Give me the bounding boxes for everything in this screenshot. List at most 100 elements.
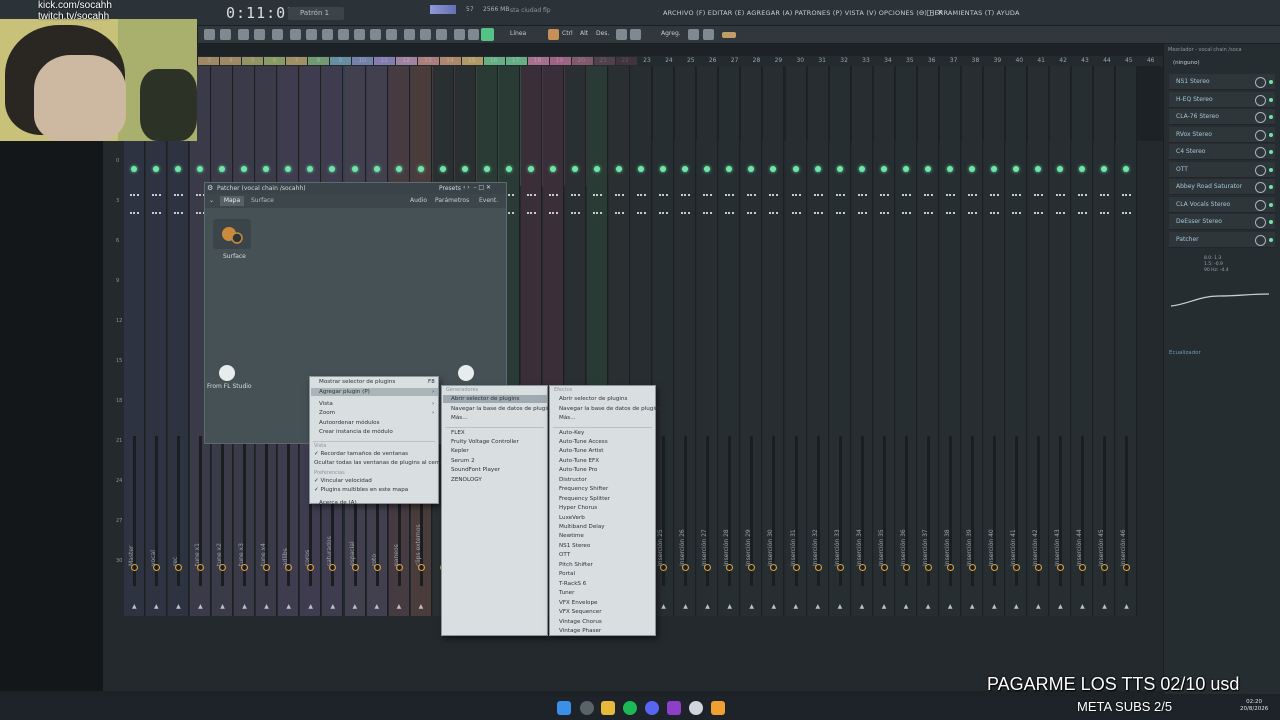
route-knob[interactable] xyxy=(968,564,976,571)
route-knob[interactable] xyxy=(902,564,910,571)
menu-item[interactable]: Mostrar selector de plugins xyxy=(319,379,395,385)
route-knob[interactable] xyxy=(1013,564,1020,571)
send-arrow-icon[interactable]: ▲ xyxy=(1102,603,1107,610)
mixer-insert[interactable]: Inserción 34 ▲ xyxy=(851,66,873,616)
pan-knob[interactable] xyxy=(526,194,536,214)
pan-knob[interactable] xyxy=(615,194,625,214)
active-tool-icon[interactable] xyxy=(481,28,494,41)
insert-enable-led[interactable] xyxy=(1101,166,1108,172)
mixer-insert[interactable]: Inserción 31 ▲ xyxy=(785,66,807,616)
pan-knob[interactable] xyxy=(989,194,999,214)
insert-enable-led[interactable] xyxy=(880,166,887,172)
mixer-insert[interactable]: Inserción 27 ▲ xyxy=(697,66,719,616)
insert-enable-led[interactable] xyxy=(307,166,314,172)
send-arrow-icon[interactable]: ▲ xyxy=(132,603,137,610)
tool-icon[interactable] xyxy=(338,29,349,40)
insert-enable-led[interactable] xyxy=(924,166,931,172)
send-arrow-icon[interactable]: ▲ xyxy=(308,603,313,610)
pan-knob[interactable] xyxy=(130,194,139,214)
route-knob[interactable] xyxy=(836,564,844,571)
insert-enable-led[interactable] xyxy=(175,166,182,172)
plugin-menu-item[interactable]: Hyper Chorus xyxy=(559,505,597,511)
tab-map[interactable]: Mapa xyxy=(220,196,244,206)
route-knob[interactable] xyxy=(858,564,866,571)
send-arrow-icon[interactable]: ▲ xyxy=(661,603,666,610)
tool-icon[interactable] xyxy=(204,29,215,40)
slot-enable-led[interactable] xyxy=(1269,220,1273,224)
send-arrow-icon[interactable]: ▲ xyxy=(264,603,269,610)
slot-enable-led[interactable] xyxy=(1269,115,1273,119)
pan-knob[interactable] xyxy=(1012,194,1021,214)
send-arrow-icon[interactable]: ▲ xyxy=(926,603,931,610)
send-arrow-icon[interactable]: ▲ xyxy=(816,603,821,610)
send-arrow-icon[interactable]: ▲ xyxy=(948,603,953,610)
insert-enable-led[interactable] xyxy=(726,166,733,172)
route-knob[interactable] xyxy=(307,564,315,571)
output-plug-icon[interactable] xyxy=(458,365,474,381)
plugin-menu-item[interactable]: Vintage Phaser xyxy=(559,628,601,634)
slot-enable-led[interactable] xyxy=(1269,150,1273,154)
insert-enable-led[interactable] xyxy=(594,166,601,172)
send-arrow-icon[interactable]: ▲ xyxy=(286,603,291,610)
fl-studio-icon[interactable] xyxy=(711,701,725,715)
route-knob[interactable] xyxy=(726,564,734,571)
insert-enable-led[interactable] xyxy=(946,166,953,172)
pan-knob[interactable] xyxy=(1122,194,1132,214)
tool-icon[interactable] xyxy=(468,29,479,40)
pan-knob[interactable] xyxy=(857,194,867,214)
insert-enable-led[interactable] xyxy=(704,166,711,172)
tool-icon[interactable] xyxy=(722,32,736,38)
save-icon[interactable] xyxy=(238,29,249,40)
route-knob[interactable] xyxy=(263,564,271,571)
send-arrow-icon[interactable]: ▲ xyxy=(727,603,732,610)
send-arrow-icon[interactable]: ▲ xyxy=(375,603,380,610)
insert-enable-led[interactable] xyxy=(527,166,534,172)
pan-knob[interactable] xyxy=(571,194,580,214)
chevron-down-icon[interactable]: ⌄ xyxy=(209,197,214,204)
mixer-insert[interactable]: Inserción 32 ▲ xyxy=(807,66,829,616)
pan-knob[interactable] xyxy=(835,194,845,214)
insert-enable-led[interactable] xyxy=(439,166,446,172)
insert-enable-led[interactable] xyxy=(902,166,909,172)
route-knob[interactable] xyxy=(131,564,138,571)
route-knob[interactable] xyxy=(814,564,822,571)
tool-icon[interactable] xyxy=(290,29,301,40)
insert-enable-led[interactable] xyxy=(660,166,667,172)
send-arrow-icon[interactable]: ▲ xyxy=(771,603,776,610)
pan-knob[interactable] xyxy=(1078,194,1088,214)
pan-knob[interactable] xyxy=(879,194,889,214)
menu-item[interactable]: Más... xyxy=(451,415,468,421)
send-arrow-icon[interactable]: ▲ xyxy=(330,603,335,610)
pattern-block[interactable] xyxy=(418,57,439,65)
pan-knob[interactable] xyxy=(1056,194,1066,214)
pan-knob[interactable] xyxy=(174,194,184,214)
plugin-menu-item[interactable]: SoundFont Player xyxy=(451,467,500,473)
route-knob[interactable] xyxy=(924,564,932,571)
menu-checkbox-item[interactable]: ✓ Recordar tamaños de ventanas xyxy=(314,451,408,457)
input-selector[interactable]: (ninguno) xyxy=(1173,60,1200,66)
tool-icon[interactable] xyxy=(454,29,465,40)
insert-enable-led[interactable] xyxy=(792,166,799,172)
mix-knob[interactable] xyxy=(1255,199,1266,211)
plugin-menu-item[interactable]: FLEX xyxy=(451,430,465,436)
pattern-block[interactable] xyxy=(374,57,395,65)
menu-item[interactable]: Autoordenar módulos xyxy=(319,420,380,426)
pan-knob[interactable] xyxy=(593,194,603,214)
insert-enable-led[interactable] xyxy=(263,166,270,172)
tool-icon[interactable] xyxy=(703,29,714,40)
insert-enable-led[interactable] xyxy=(990,166,997,172)
route-knob[interactable] xyxy=(682,564,690,571)
send-arrow-icon[interactable]: ▲ xyxy=(397,603,402,610)
pan-knob[interactable] xyxy=(659,194,669,214)
pan-knob[interactable] xyxy=(1100,194,1110,214)
menu-item[interactable]: Abrir selector de plugins xyxy=(451,396,519,402)
mixer-insert[interactable]: Inserción 38 ▲ xyxy=(939,66,961,616)
send-arrow-icon[interactable]: ▲ xyxy=(1036,603,1041,610)
pattern-block[interactable] xyxy=(484,57,505,65)
pan-knob[interactable] xyxy=(813,194,823,214)
mix-knob[interactable] xyxy=(1255,217,1266,228)
plugin-menu-item[interactable]: Frequency Splitter xyxy=(559,496,610,502)
route-knob[interactable] xyxy=(285,564,293,571)
plugin-menu-item[interactable]: Serum 2 xyxy=(451,458,475,464)
plugin-menu-item[interactable]: VFX Envelope xyxy=(559,600,597,606)
